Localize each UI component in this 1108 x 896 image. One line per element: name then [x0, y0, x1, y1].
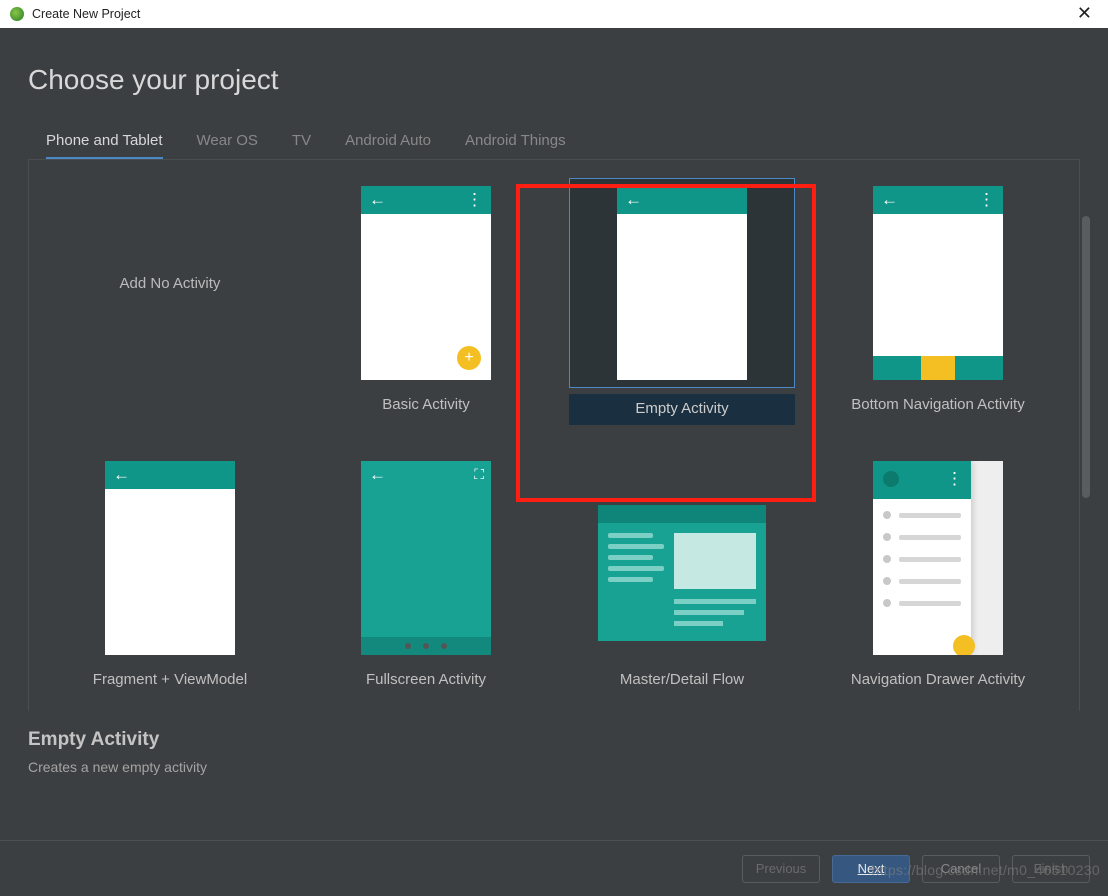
template-thumb — [313, 453, 539, 663]
dialog-content: Choose your project Phone and Tablet Wea… — [0, 28, 1108, 896]
template-empty-activity[interactable]: Empty Activity — [569, 178, 795, 425]
template-master-detail-flow[interactable]: Master/Detail Flow — [569, 453, 795, 688]
template-add-no-activity[interactable]: Add No Activity — [57, 178, 283, 425]
close-icon[interactable]: ✕ — [1077, 4, 1092, 22]
template-label: Bottom Navigation Activity — [825, 394, 1051, 413]
tab-phone-and-tablet[interactable]: Phone and Tablet — [46, 132, 163, 159]
previous-button[interactable]: Previous — [742, 855, 820, 883]
window-titlebar: Create New Project ✕ — [0, 0, 1108, 28]
template-thumb — [569, 178, 795, 388]
template-label: Basic Activity — [313, 394, 539, 413]
dialog-footer: Previous Next Cancel Finish — [0, 840, 1108, 896]
template-label — [57, 388, 283, 390]
template-description-title: Empty Activity — [28, 729, 1108, 751]
template-label: Fullscreen Activity — [313, 669, 539, 688]
template-gallery-wrap: Add No Activity + Basic Activity — [28, 159, 1080, 711]
back-arrow-icon — [369, 190, 386, 210]
overflow-menu-icon — [978, 190, 995, 210]
tab-wear-os[interactable]: Wear OS — [197, 132, 258, 159]
platform-tabs: Phone and Tablet Wear OS TV Android Auto… — [0, 96, 1108, 159]
nav-dots-icon — [361, 637, 491, 655]
avatar-icon — [883, 471, 899, 487]
finish-button[interactable]: Finish — [1012, 855, 1090, 883]
tab-android-auto[interactable]: Android Auto — [345, 132, 431, 159]
template-thumb — [57, 453, 283, 663]
tab-android-things[interactable]: Android Things — [465, 132, 566, 159]
template-thumb — [825, 453, 1051, 663]
template-label: Master/Detail Flow — [569, 669, 795, 688]
back-arrow-icon — [881, 190, 898, 210]
template-bottom-navigation-activity[interactable]: Bottom Navigation Activity — [825, 178, 1051, 425]
tab-tv[interactable]: TV — [292, 132, 311, 159]
next-button[interactable]: Next — [832, 855, 910, 883]
template-thumb — [569, 453, 795, 663]
cancel-button[interactable]: Cancel — [922, 855, 1000, 883]
back-arrow-icon — [113, 465, 130, 485]
fab-plus-icon: + — [457, 346, 481, 370]
template-fullscreen-activity[interactable]: Fullscreen Activity — [313, 453, 539, 688]
template-fragment-viewmodel[interactable]: Fragment + ViewModel — [57, 453, 283, 688]
template-gallery: Add No Activity + Basic Activity — [29, 160, 1079, 698]
template-basic-activity[interactable]: + Basic Activity — [313, 178, 539, 425]
overflow-menu-icon — [466, 190, 483, 210]
gallery-scrollbar[interactable] — [1082, 216, 1090, 498]
overflow-menu-icon — [946, 469, 963, 489]
template-label: Empty Activity — [569, 394, 795, 425]
template-label: Fragment + ViewModel — [57, 669, 283, 688]
fab-icon — [953, 635, 975, 655]
template-description: Empty Activity Creates a new empty activ… — [0, 711, 1108, 775]
template-description-subtitle: Creates a new empty activity — [28, 759, 1108, 775]
back-arrow-icon — [625, 190, 642, 210]
template-label: Navigation Drawer Activity — [825, 669, 1051, 688]
template-thumb — [825, 178, 1051, 388]
template-navigation-drawer-activity[interactable]: Navigation Drawer Activity — [825, 453, 1051, 688]
template-thumb: + — [313, 178, 539, 388]
template-thumb-no-activity: Add No Activity — [57, 178, 283, 388]
page-title: Choose your project — [0, 28, 1108, 96]
window-title: Create New Project — [32, 7, 140, 21]
android-studio-icon — [10, 7, 24, 21]
